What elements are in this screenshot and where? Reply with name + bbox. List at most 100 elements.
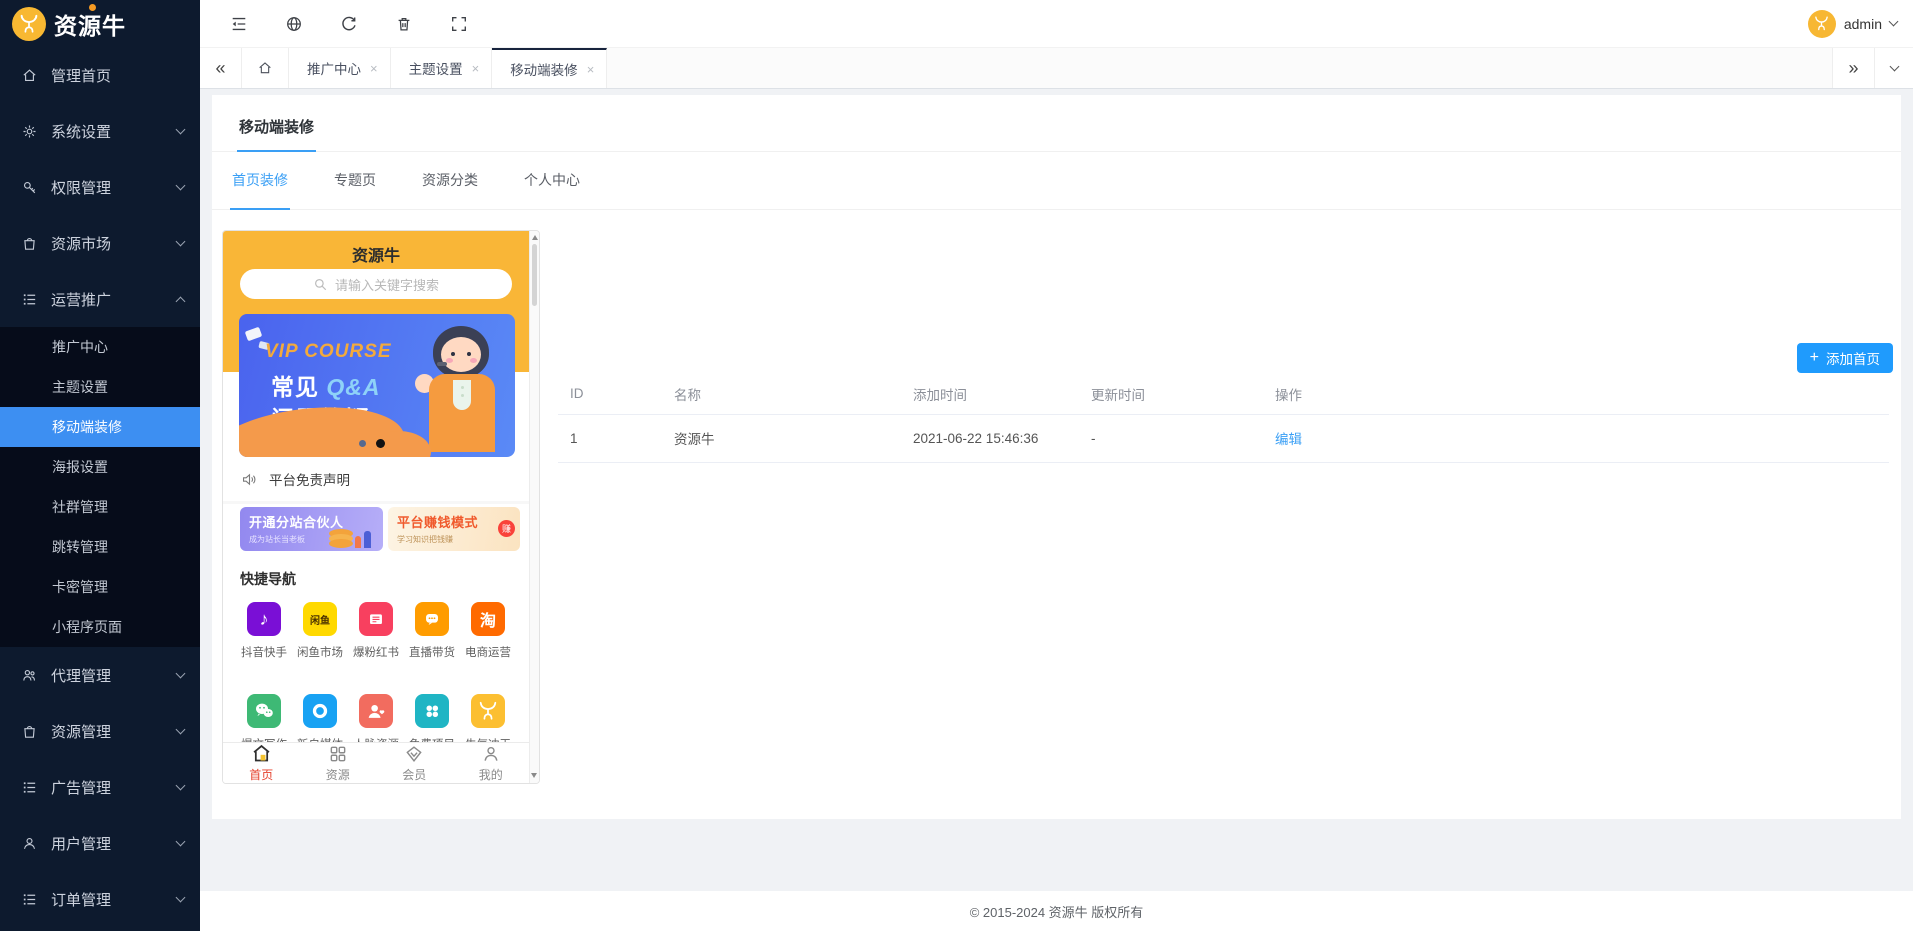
banner-line1: VIP COURSE [265, 341, 392, 363]
illustration-part [461, 386, 464, 389]
submenu-item-mobile-decoration[interactable]: 移动端装修 [0, 407, 200, 447]
quick-nav-item-douyin[interactable]: ♪ 抖音快手 [237, 602, 291, 660]
sidebar-item-resource-market[interactable]: 资源市场 [0, 215, 200, 271]
sidebar-item-dashboard[interactable]: 管理首页 [0, 47, 200, 103]
sidebar-item-agents[interactable]: 代理管理 [0, 647, 200, 703]
phone-carousel-banner[interactable]: VIP COURSE 常见 Q&A 问题答疑 [239, 314, 515, 457]
trash-icon[interactable] [395, 15, 413, 33]
tab-promo-center[interactable]: 推广中心 × [289, 48, 391, 88]
phone-bottom-nav: 首页 资源 会员 我的 [223, 742, 529, 783]
quick-nav-item-xiaohongshu[interactable]: 爆粉红书 [349, 602, 403, 660]
col-updated: 更新时间 [1079, 374, 1263, 414]
decoration-tabs: 首页装修 专题页 资源分类 个人中心 [212, 152, 1901, 210]
user-menu[interactable]: admin [1808, 10, 1913, 38]
promo-banner-partner[interactable]: 开通分站合伙人 成为站长当老板 [240, 507, 383, 551]
phone-nav-member[interactable]: 会员 [376, 743, 453, 783]
tab-resource-category[interactable]: 资源分类 [420, 152, 480, 210]
carousel-dot[interactable] [359, 440, 366, 447]
tab-home-decoration[interactable]: 首页装修 [230, 152, 290, 210]
submenu-item-poster-settings[interactable]: 海报设置 [0, 447, 200, 487]
page-title: 移动端装修 [237, 95, 316, 152]
chevron-up-icon [176, 296, 186, 306]
chat-bubble-icon [415, 602, 449, 636]
submenu-item-miniprogram[interactable]: 小程序页面 [0, 607, 200, 647]
tab-close-icon[interactable]: × [587, 62, 595, 77]
submenu-item-theme-settings[interactable]: 主题设置 [0, 367, 200, 407]
chevron-down-icon [176, 892, 186, 902]
topbar: admin [200, 0, 1913, 47]
chevron-down-icon [176, 180, 186, 190]
notice-text: 平台免责声明 [269, 469, 350, 489]
brand-logo[interactable]: 资源牛 [0, 0, 200, 47]
preview-scrollbar[interactable] [529, 231, 539, 783]
plus-icon: + [1810, 349, 1819, 367]
quick-nav-item-taobao[interactable]: 淘 电商运营 [461, 602, 515, 660]
submenu-item-promo-center[interactable]: 推广中心 [0, 327, 200, 367]
chevron-down-icon [176, 236, 186, 246]
sidebar-item-promotion[interactable]: 运营推广 [0, 271, 200, 327]
chevron-down-icon [1889, 61, 1899, 71]
carousel-dot-active[interactable] [376, 439, 385, 448]
mobile-preview-panel: 资源牛 请输入关键字搜索 VIP COURSE 常见 Q&A 问题答疑 [222, 230, 540, 784]
sidebar-item-system[interactable]: 系统设置 [0, 103, 200, 159]
tab-bar-filler [607, 48, 1833, 88]
taobao-icon: 淘 [471, 602, 505, 636]
fullscreen-icon[interactable] [450, 15, 468, 33]
gear-icon [21, 123, 38, 140]
carousel-dots[interactable] [359, 439, 385, 448]
submenu-item-redirect[interactable]: 跳转管理 [0, 527, 200, 567]
globe-icon[interactable] [285, 15, 303, 33]
quick-nav-item-livestream[interactable]: 直播带货 [405, 602, 459, 660]
sidebar-item-resources[interactable]: 资源管理 [0, 703, 200, 759]
tab-topic-page[interactable]: 专题页 [332, 152, 378, 210]
banner-paper-decoration [245, 327, 263, 342]
newspaper-icon [359, 602, 393, 636]
collapse-menu-icon[interactable] [230, 15, 248, 33]
phone-search-bar[interactable]: 请输入关键字搜索 [240, 269, 512, 299]
home-icon [21, 67, 38, 84]
illustration-part [467, 352, 471, 356]
edit-link[interactable]: 编辑 [1275, 432, 1302, 447]
scrollbar-thumb[interactable] [532, 244, 537, 306]
tabs-dropdown-button[interactable] [1875, 48, 1913, 88]
phone-nav-profile[interactable]: 我的 [453, 743, 530, 783]
promo-banner-earn[interactable]: 平台赚钱模式 学习知识把钱赚 赚 [388, 507, 520, 551]
scroll-up-arrow[interactable] [532, 235, 538, 240]
refresh-icon[interactable] [340, 15, 358, 33]
phone-nav-resources[interactable]: 资源 [300, 743, 377, 783]
tab-close-icon[interactable]: × [370, 61, 378, 76]
xianyu-icon: 闲鱼 [303, 602, 337, 636]
quick-nav-row-1: ♪ 抖音快手 闲鱼 闲鱼市场 爆粉红书 直播 [237, 602, 515, 660]
cell-updated: - [1079, 414, 1263, 462]
grid-dots-icon [415, 694, 449, 728]
tab-mobile-decoration[interactable]: 移动端装修 × [492, 48, 607, 88]
illustration-part [437, 362, 447, 366]
tabs-scroll-left-button[interactable]: « [200, 48, 242, 88]
douyin-icon: ♪ [247, 602, 281, 636]
search-placeholder: 请输入关键字搜索 [335, 275, 439, 294]
bag-icon [21, 723, 38, 740]
submenu-item-card-keys[interactable]: 卡密管理 [0, 567, 200, 607]
phone-notice-bar[interactable]: 平台免责声明 [223, 457, 529, 504]
list-icon [21, 891, 38, 908]
chevron-down-icon [176, 668, 186, 678]
tab-close-icon[interactable]: × [472, 61, 480, 76]
phone-nav-home[interactable]: 首页 [223, 743, 300, 783]
submenu-item-community[interactable]: 社群管理 [0, 487, 200, 527]
tab-theme-settings[interactable]: 主题设置 × [391, 48, 493, 88]
sidebar-item-permissions[interactable]: 权限管理 [0, 159, 200, 215]
tab-personal-center[interactable]: 个人中心 [522, 152, 582, 210]
tab-home-button[interactable] [242, 48, 289, 88]
sidebar-item-orders[interactable]: 订单管理 [0, 871, 200, 927]
scroll-down-arrow[interactable] [531, 773, 537, 778]
table-header-row: ID 名称 添加时间 更新时间 操作 [558, 374, 1889, 414]
illustration-part [441, 337, 481, 372]
tabs-scroll-right-button[interactable]: » [1833, 48, 1875, 88]
quick-nav-item-xianyu[interactable]: 闲鱼 闲鱼市场 [293, 602, 347, 660]
sidebar-item-ads[interactable]: 广告管理 [0, 759, 200, 815]
cell-name: 资源牛 [662, 414, 901, 462]
people-decoration [364, 531, 371, 548]
sidebar-item-users[interactable]: 用户管理 [0, 815, 200, 871]
add-homepage-button[interactable]: + 添加首页 [1797, 343, 1893, 373]
sidebar-submenu-promotion: 推广中心 主题设置 移动端装修 海报设置 社群管理 跳转管理 卡密管理 小程序页… [0, 327, 200, 647]
